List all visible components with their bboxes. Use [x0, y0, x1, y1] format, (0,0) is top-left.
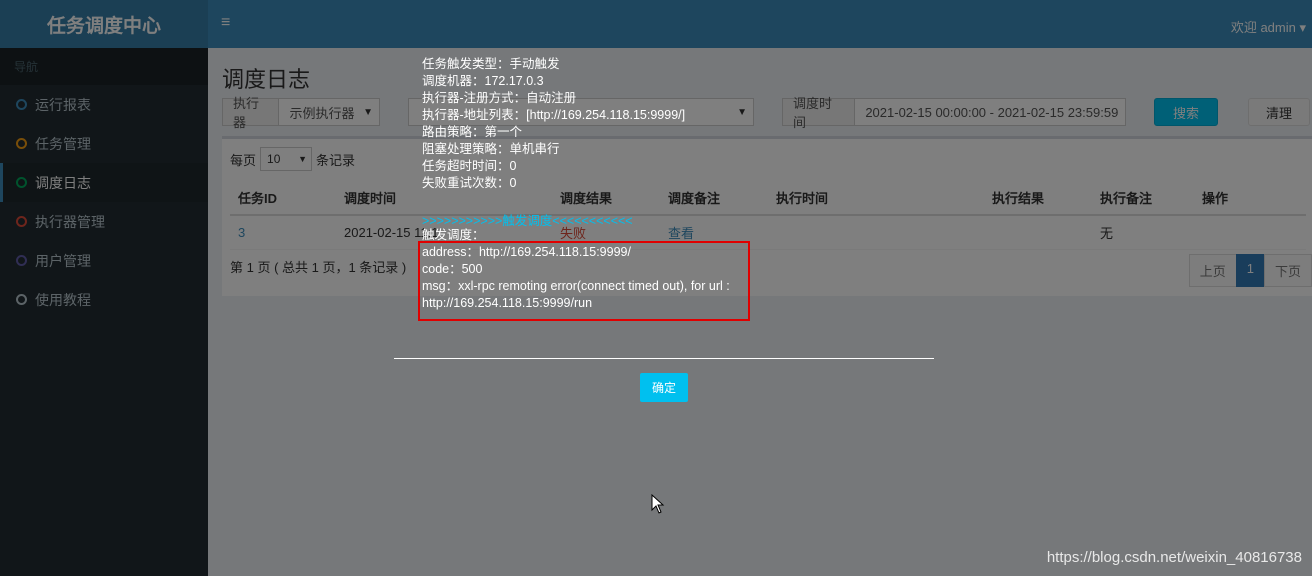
error-highlight-box	[418, 241, 750, 321]
trigger-info-block: 任务触发类型：手动触发 调度机器：172.17.0.3 执行器-注册方式：自动注…	[422, 56, 685, 192]
info-line: 路由策略：第一个	[422, 125, 523, 139]
modal-divider	[394, 358, 934, 359]
info-line: 失败重试次数：0	[422, 176, 517, 190]
info-line: 执行器-注册方式：自动注册	[422, 91, 577, 105]
info-line: 阻塞处理策略：单机串行	[422, 142, 560, 156]
info-line: 执行器-地址列表：[http://169.254.118.15:9999/]	[422, 108, 686, 122]
mouse-cursor-icon	[651, 494, 665, 514]
info-line: 任务触发类型：手动触发	[422, 57, 560, 71]
confirm-button[interactable]: 确定	[640, 373, 688, 402]
watermark: https://blog.csdn.net/weixin_40816738	[1046, 549, 1302, 566]
info-line: 调度机器：172.17.0.3	[422, 74, 544, 88]
info-line: 任务超时时间：0	[422, 159, 517, 173]
